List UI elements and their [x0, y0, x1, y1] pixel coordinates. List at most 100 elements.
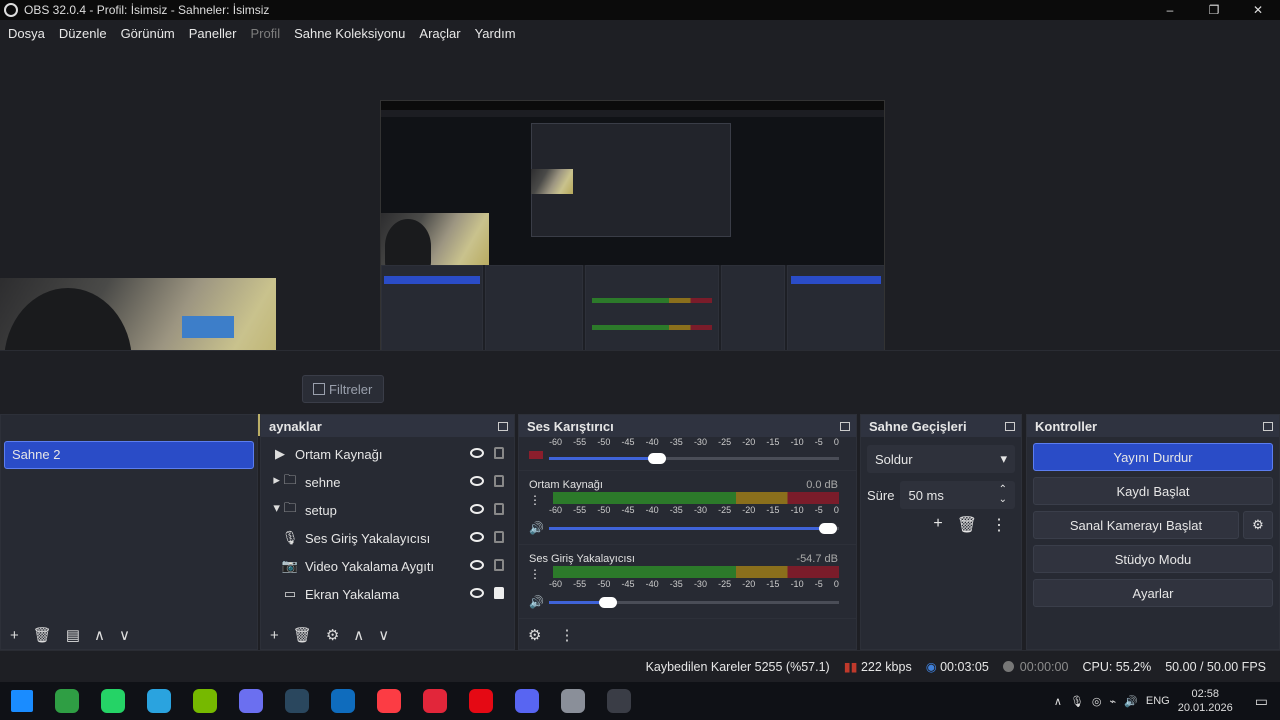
network-icon[interactable]: ⌁	[1110, 695, 1117, 708]
netflix-icon[interactable]	[469, 689, 493, 713]
settings-app-icon[interactable]	[239, 689, 263, 713]
speaker-icon[interactable]: 🔊	[529, 595, 544, 609]
volume-slider[interactable]	[549, 597, 839, 608]
visibility-eye-icon[interactable]	[470, 560, 484, 570]
visibility-eye-icon[interactable]	[470, 588, 484, 598]
discord-icon[interactable]	[515, 689, 539, 713]
language-indicator[interactable]: ENG	[1146, 695, 1170, 707]
source-item[interactable]: 🎙 Ses Giriş Yakalayıcısı	[261, 524, 514, 552]
lock-icon[interactable]	[494, 503, 504, 515]
transition-select[interactable]: Soldur ▾	[867, 445, 1015, 473]
remove-source-icon[interactable]: 🗑	[293, 626, 312, 644]
lock-icon[interactable]	[494, 587, 504, 599]
notification-icon[interactable]: ▭	[1255, 693, 1268, 710]
track-menu-icon[interactable]: ⋮	[529, 493, 541, 507]
volume-slider[interactable]	[549, 453, 839, 464]
more-options-icon[interactable]: ⋮	[991, 515, 1007, 535]
db-tick-label: -25	[718, 437, 732, 447]
visibility-eye-icon[interactable]	[470, 532, 484, 542]
move-up-icon[interactable]: ∧	[94, 626, 105, 644]
obs-icon[interactable]	[607, 689, 631, 713]
menu-dosya[interactable]: Dosya	[8, 26, 45, 41]
undock-icon[interactable]	[498, 421, 508, 431]
visibility-eye-icon[interactable]	[470, 448, 484, 458]
microphone-tray-icon[interactable]: 🎙	[1070, 695, 1084, 708]
filters-label: Filtreler	[329, 381, 373, 397]
db-tick-label: -10	[790, 437, 804, 447]
lock-icon[interactable]	[494, 531, 504, 543]
menu-araclar[interactable]: Araçlar	[419, 26, 460, 41]
nvidia-icon[interactable]	[193, 689, 217, 713]
chevron-up-icon[interactable]: ∧	[1054, 695, 1062, 708]
menu-sahne-koleksiyonu[interactable]: Sahne Koleksiyonu	[294, 26, 405, 41]
clock[interactable]: 02:58 20.01.2026	[1178, 687, 1233, 715]
music-icon[interactable]	[377, 689, 401, 713]
add-transition-icon[interactable]: +	[933, 515, 942, 535]
telegram-icon[interactable]	[147, 689, 171, 713]
track-menu-icon[interactable]: ⋮	[529, 567, 541, 581]
move-down-icon[interactable]: ∨	[119, 626, 130, 644]
filters-button[interactable]: Filtreler	[302, 375, 384, 403]
speedometer-icon[interactable]	[561, 689, 585, 713]
scene-item-sahne-2[interactable]: Sahne 2	[4, 441, 254, 469]
source-item[interactable]: ▸ 🗀 sehne	[261, 468, 514, 496]
filter-icon	[313, 383, 325, 395]
virtual-camera-settings-gear-icon[interactable]: ⚙	[1243, 511, 1273, 539]
settings-button[interactable]: Ayarlar	[1033, 579, 1273, 607]
stepper-icon[interactable]: ⌃ ⌄	[999, 485, 1007, 505]
scene-filters-icon[interactable]: ▤	[66, 626, 80, 644]
db-tick-label: -40	[645, 437, 659, 447]
visibility-eye-icon[interactable]	[470, 476, 484, 486]
lock-icon[interactable]	[494, 475, 504, 487]
controls-dock: Kontroller Yayını Durdur Kaydı Başlat Sa…	[1026, 414, 1280, 650]
minimize-button[interactable]: –	[1148, 0, 1192, 20]
preview-area[interactable]	[0, 46, 1280, 436]
menu-profil[interactable]: Profil	[250, 26, 280, 41]
lock-icon[interactable]	[494, 447, 504, 459]
source-item[interactable]: 📷 Video Yakalama Aygıtı	[261, 552, 514, 580]
source-item[interactable]: ▾ 🗀 setup	[261, 496, 514, 524]
muted-speaker-icon[interactable]	[529, 451, 543, 459]
volume-slider[interactable]	[549, 523, 839, 534]
remove-transition-icon[interactable]: 🗑	[957, 515, 977, 535]
remove-scene-icon[interactable]: 🗑	[33, 626, 52, 644]
studio-mode-button[interactable]: Stüdyo Modu	[1033, 545, 1273, 573]
visibility-eye-icon[interactable]	[470, 504, 484, 514]
source-item[interactable]: ▭ Ekran Yakalama	[261, 580, 514, 608]
move-up-icon[interactable]: ∧	[353, 626, 364, 644]
chrome-icon[interactable]	[55, 689, 79, 713]
lock-icon[interactable]	[494, 559, 504, 571]
stop-streaming-button[interactable]: Yayını Durdur	[1033, 443, 1273, 471]
start-virtual-camera-button[interactable]: Sanal Kamerayı Başlat	[1033, 511, 1239, 539]
player-icon[interactable]	[423, 689, 447, 713]
speaker-icon[interactable]: 🔊	[1124, 695, 1138, 708]
add-scene-icon[interactable]: +	[10, 627, 19, 644]
program-preview-canvas[interactable]	[380, 100, 885, 386]
menu-yardim[interactable]: Yardım	[475, 26, 516, 41]
close-button[interactable]: ✕	[1236, 0, 1280, 20]
source-properties-icon[interactable]: ⚙	[326, 626, 339, 644]
mixer-track: Ses Giriş Yakalayıcısı -54.7 dB ⋮ -60 -55…	[519, 545, 856, 619]
maximize-button[interactable]: ❐	[1192, 0, 1236, 20]
advanced-audio-icon[interactable]: ⚙	[528, 626, 541, 644]
steam-tray-icon[interactable]: ◎	[1092, 695, 1102, 708]
windows-start-icon[interactable]	[11, 690, 33, 712]
sources-toolbar: + 🗑 ⚙ ∧ ∨	[261, 621, 514, 649]
play-icon: ▶	[275, 446, 285, 461]
move-down-icon[interactable]: ∨	[378, 626, 389, 644]
outlook-icon[interactable]	[331, 689, 355, 713]
menu-duzenle[interactable]: Düzenle	[59, 26, 107, 41]
steam-icon[interactable]	[285, 689, 309, 713]
start-recording-button[interactable]: Kaydı Başlat	[1033, 477, 1273, 505]
undock-icon[interactable]	[1263, 421, 1273, 431]
add-source-icon[interactable]: +	[270, 627, 279, 644]
undock-icon[interactable]	[1005, 421, 1015, 431]
duration-spinbox[interactable]: 50 ms ⌃ ⌄	[900, 481, 1015, 509]
menu-gorunum[interactable]: Görünüm	[121, 26, 175, 41]
menu-paneller[interactable]: Paneller	[189, 26, 237, 41]
speaker-icon[interactable]: 🔊	[529, 521, 544, 535]
whatsapp-icon[interactable]	[101, 689, 125, 713]
undock-icon[interactable]	[840, 421, 850, 431]
source-item[interactable]: ▶ Ortam Kaynağı	[261, 440, 514, 468]
more-options-icon[interactable]: ⋮	[559, 626, 574, 644]
